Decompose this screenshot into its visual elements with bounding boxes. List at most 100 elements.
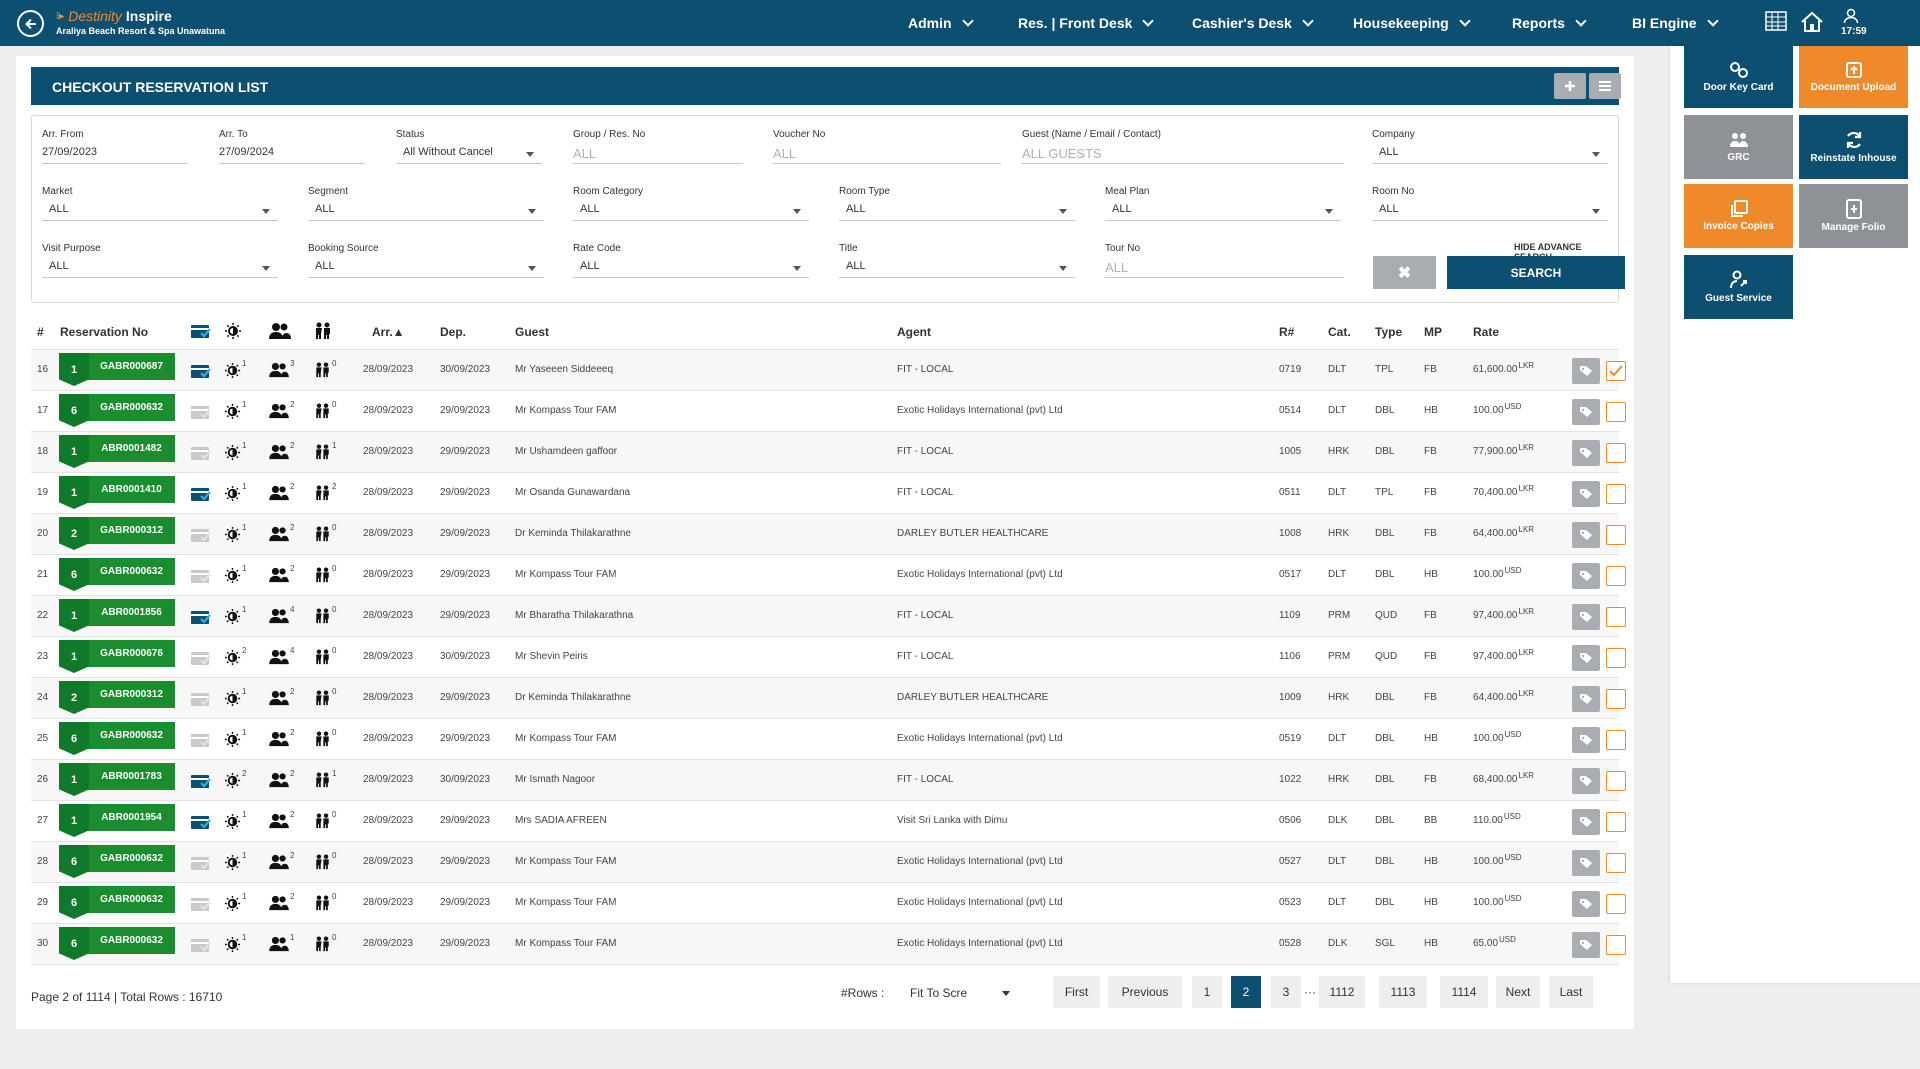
page-next-button[interactable]: Next	[1496, 976, 1540, 1008]
table-row[interactable]: 23 1 GABR000676 2 4 0 28/09/2023 30/09/2023 Mr S…	[31, 637, 1626, 678]
reservation-number[interactable]: ABR0001783	[88, 763, 175, 790]
segment-select[interactable]: ALL	[308, 203, 544, 221]
guest-field[interactable]: Guest (Name / Email / Contact) ALL GUEST…	[1022, 129, 1344, 164]
reservation-number[interactable]: GABR000676	[88, 640, 175, 667]
page-last-button[interactable]: Last	[1549, 976, 1593, 1008]
room-category-select[interactable]: ALL	[573, 203, 809, 221]
col-guest[interactable]: Guest	[515, 325, 549, 339]
room-no-field[interactable]: Room No ALL	[1372, 186, 1608, 221]
status-select[interactable]: All Without Cancel	[396, 146, 542, 164]
reservation-badge[interactable]: 1 ABR0001856	[59, 599, 175, 632]
page-first-button[interactable]: First	[1053, 976, 1100, 1008]
col-arr[interactable]: Arr.▲	[372, 325, 405, 339]
reservation-number[interactable]: GABR000632	[88, 927, 175, 954]
row-checkbox[interactable]	[1606, 402, 1626, 422]
room-type-field[interactable]: Room Type ALL	[839, 186, 1075, 221]
table-row[interactable]: 21 6 GABR000632 1 2 0 28/09/2023 29/09/2023 Mr K…	[31, 555, 1626, 596]
row-checkbox[interactable]	[1606, 894, 1626, 914]
reservation-number[interactable]: ABR0001410	[88, 476, 175, 503]
table-row[interactable]: 20 2 GABR000312 1 2 0 28/09/2023 29/09/2023 Dr K…	[31, 514, 1626, 555]
reservation-badge[interactable]: 6 GABR000632	[59, 845, 175, 878]
tag-button[interactable]	[1572, 481, 1600, 507]
table-row[interactable]: 27 1 ABR0001954 1 2 0 28/09/2023 29/09/2023 Mrs …	[31, 801, 1626, 842]
rate-code-field[interactable]: Rate Code ALL	[573, 243, 809, 278]
visit-purpose-select[interactable]: ALL	[42, 260, 278, 278]
voucher-field[interactable]: Voucher No ALL	[773, 129, 1001, 164]
reservation-badge[interactable]: 6 GABR000632	[59, 722, 175, 755]
nav-admin[interactable]: Admin	[908, 0, 974, 46]
col-agent[interactable]: Agent	[897, 325, 931, 339]
row-checkbox[interactable]	[1606, 443, 1626, 463]
table-row[interactable]: 19 1 ABR0001410 1 2 2 28/09/2023 29/09/2023 Mr O…	[31, 473, 1626, 514]
company-select[interactable]: ALL	[1372, 146, 1608, 164]
row-checkbox[interactable]	[1606, 648, 1626, 668]
reservation-badge[interactable]: 6 GABR000632	[59, 558, 175, 591]
page-3-button[interactable]: 3	[1271, 976, 1301, 1008]
arr-from-input[interactable]: 27/09/2023	[42, 146, 188, 164]
row-checkbox[interactable]	[1606, 812, 1626, 832]
reservation-badge[interactable]: 2 GABR000312	[59, 517, 175, 550]
reservation-number[interactable]: ABR0001482	[88, 435, 175, 462]
visit-purpose-field[interactable]: Visit Purpose ALL	[42, 243, 278, 278]
tag-button[interactable]	[1572, 768, 1600, 794]
rows-per-page-select[interactable]: Fit To Scre	[910, 986, 1010, 1000]
table-row[interactable]: 16 1 GABR000687 1 3 0 28/09/2023 30/09/2023 Mr Y…	[31, 350, 1626, 391]
page-previous-button[interactable]: Previous	[1108, 976, 1182, 1008]
table-row[interactable]: 30 6 GABR000632 1 1 0 28/09/2023 29/09/2023 Mr K…	[31, 924, 1626, 965]
col-dep[interactable]: Dep.	[440, 325, 466, 339]
list-view-button[interactable]	[1589, 73, 1621, 99]
clear-button[interactable]: ✖	[1373, 256, 1436, 289]
tag-button[interactable]	[1572, 932, 1600, 958]
tag-button[interactable]	[1572, 850, 1600, 876]
nav-reports[interactable]: Reports	[1512, 0, 1587, 46]
tag-button[interactable]	[1572, 686, 1600, 712]
tour-no-input[interactable]: ALL	[1105, 260, 1344, 278]
col-rate[interactable]: Rate	[1473, 325, 1499, 339]
guest-service-button[interactable]: Guest Service	[1684, 255, 1793, 319]
table-row[interactable]: 22 1 ABR0001856 1 4 0 28/09/2023 29/09/2023 Mr B…	[31, 596, 1626, 637]
add-button[interactable]	[1554, 73, 1586, 99]
reservation-number[interactable]: GABR000632	[88, 558, 175, 585]
meal-plan-field[interactable]: Meal Plan ALL	[1105, 186, 1341, 221]
user-icon[interactable]	[1843, 8, 1859, 24]
col-cat[interactable]: Cat.	[1328, 325, 1351, 339]
col-room[interactable]: R#	[1279, 325, 1294, 339]
room-no-select[interactable]: ALL	[1372, 203, 1608, 221]
reservation-badge[interactable]: 1 ABR0001482	[59, 435, 175, 468]
room-type-select[interactable]: ALL	[839, 203, 1075, 221]
door-key-card-button[interactable]: Door Key Card	[1684, 46, 1793, 108]
row-checkbox[interactable]	[1606, 484, 1626, 504]
nav-front-desk[interactable]: Res. | Front Desk	[1018, 0, 1155, 46]
row-checkbox[interactable]	[1606, 853, 1626, 873]
group-res-input[interactable]: ALL	[573, 146, 743, 164]
tag-button[interactable]	[1572, 727, 1600, 753]
row-checkbox[interactable]	[1606, 361, 1626, 381]
home-icon[interactable]	[1799, 10, 1825, 34]
room-category-field[interactable]: Room Category ALL	[573, 186, 809, 221]
document-upload-button[interactable]: Document Upload	[1799, 46, 1908, 108]
table-row[interactable]: 18 1 ABR0001482 1 2 1 28/09/2023 29/09/2023 Mr U…	[31, 432, 1626, 473]
reservation-badge[interactable]: 6 GABR000632	[59, 927, 175, 960]
reservation-number[interactable]: GABR000632	[88, 886, 175, 913]
page-1113-button[interactable]: 1113	[1379, 976, 1427, 1008]
company-field[interactable]: Company ALL	[1372, 129, 1608, 164]
tag-button[interactable]	[1572, 440, 1600, 466]
market-field[interactable]: Market ALL	[42, 186, 278, 221]
page-1114-button[interactable]: 1114	[1440, 976, 1488, 1008]
page-1112-button[interactable]: 1112	[1319, 976, 1365, 1008]
tag-button[interactable]	[1572, 645, 1600, 671]
reservation-number[interactable]: GABR000632	[88, 845, 175, 872]
manage-folio-button[interactable]: Manage Folio	[1799, 184, 1908, 248]
reservation-badge[interactable]: 1 ABR0001410	[59, 476, 175, 509]
reservation-number[interactable]: GABR000632	[88, 722, 175, 749]
table-row[interactable]: 28 6 GABR000632 1 2 0 28/09/2023 29/09/2023 Mr K…	[31, 842, 1626, 883]
guest-input[interactable]: ALL GUESTS	[1022, 146, 1344, 164]
nav-cashiers-desk[interactable]: Cashier's Desk	[1192, 0, 1314, 46]
tag-button[interactable]	[1572, 358, 1600, 384]
rate-code-select[interactable]: ALL	[573, 260, 809, 278]
arr-from-field[interactable]: Arr. From 27/09/2023	[42, 129, 188, 164]
table-row[interactable]: 24 2 GABR000312 1 2 0 28/09/2023 29/09/2023 Dr K…	[31, 678, 1626, 719]
col-mp[interactable]: MP	[1424, 325, 1442, 339]
reservation-number[interactable]: GABR000687	[88, 353, 175, 380]
booking-source-select[interactable]: ALL	[308, 260, 544, 278]
